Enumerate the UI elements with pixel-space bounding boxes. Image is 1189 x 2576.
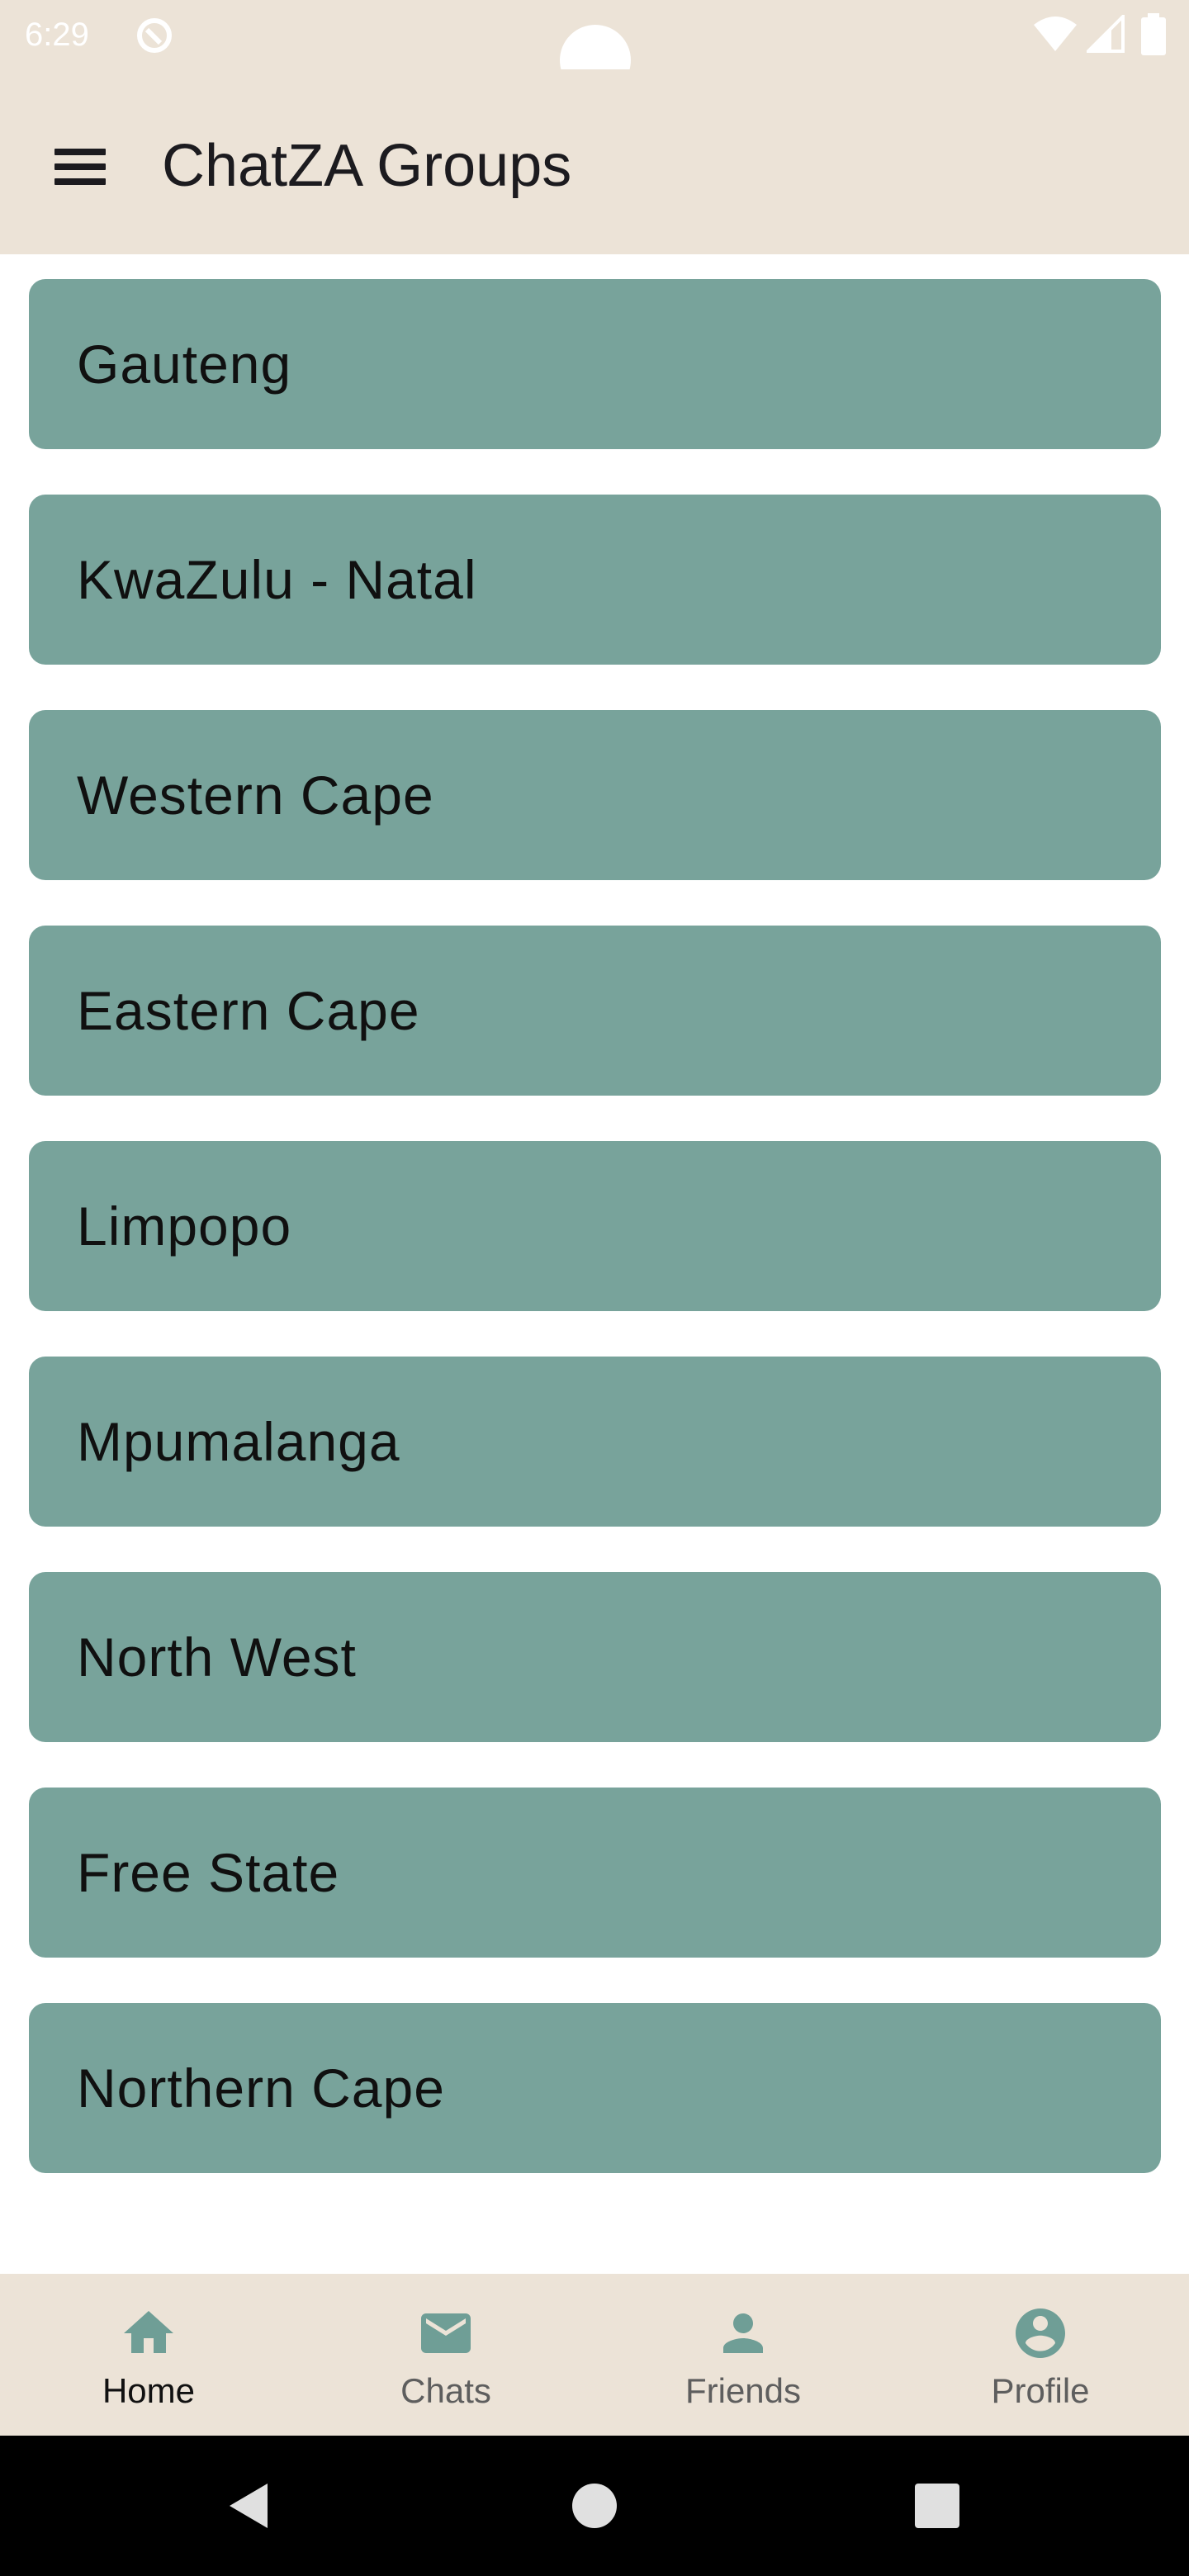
group-label: Eastern Cape bbox=[77, 980, 420, 1041]
cell-signal-icon bbox=[1087, 15, 1125, 53]
group-item-western-cape[interactable]: Western Cape bbox=[29, 710, 1161, 880]
wifi-icon bbox=[1034, 17, 1077, 51]
status-time: 6:29 bbox=[25, 17, 89, 53]
nav-label-chats: Chats bbox=[400, 2371, 491, 2410]
battery-icon bbox=[1141, 13, 1166, 55]
nav-item-home[interactable]: Home bbox=[0, 2274, 297, 2436]
group-item-eastern-cape[interactable]: Eastern Cape bbox=[29, 926, 1161, 1096]
app-bar: ChatZA Groups bbox=[0, 69, 1189, 254]
group-label: KwaZulu - Natal bbox=[77, 549, 477, 610]
app-notification-icon bbox=[137, 18, 172, 53]
recents-icon[interactable] bbox=[908, 2477, 966, 2535]
page-title: ChatZA Groups bbox=[162, 133, 572, 199]
group-label: Mpumalanga bbox=[77, 1411, 400, 1472]
group-label: North West bbox=[77, 1627, 357, 1688]
back-icon[interactable] bbox=[220, 2477, 277, 2535]
mail-icon bbox=[421, 2313, 471, 2353]
nav-item-chats[interactable]: Chats bbox=[297, 2274, 594, 2436]
account-circle-icon bbox=[1016, 2308, 1065, 2358]
hamburger-menu-icon[interactable] bbox=[51, 144, 111, 190]
group-item-north-west[interactable]: North West bbox=[29, 1572, 1161, 1742]
group-label: Northern Cape bbox=[77, 2057, 445, 2119]
home-circle-icon[interactable] bbox=[566, 2477, 623, 2535]
status-bar: 6:29 bbox=[0, 0, 1189, 96]
group-list: Gauteng KwaZulu - Natal Western Cape Eas… bbox=[0, 254, 1189, 2274]
nav-label-profile: Profile bbox=[991, 2371, 1090, 2410]
bottom-navigation: Home Chats Friends Profile bbox=[0, 2274, 1189, 2436]
system-navigation-bar bbox=[0, 2436, 1189, 2576]
home-icon bbox=[124, 2311, 173, 2353]
group-item-gauteng[interactable]: Gauteng bbox=[29, 279, 1161, 449]
group-label: Gauteng bbox=[77, 334, 292, 395]
nav-label-home: Home bbox=[102, 2371, 196, 2410]
group-label: Western Cape bbox=[77, 765, 434, 826]
group-item-northern-cape[interactable]: Northern Cape bbox=[29, 2003, 1161, 2173]
nav-item-profile[interactable]: Profile bbox=[892, 2274, 1189, 2436]
nav-label-friends: Friends bbox=[685, 2371, 802, 2410]
nav-item-friends[interactable]: Friends bbox=[594, 2274, 892, 2436]
group-item-mpumalanga[interactable]: Mpumalanga bbox=[29, 1357, 1161, 1527]
group-item-free-state[interactable]: Free State bbox=[29, 1788, 1161, 1958]
group-label: Limpopo bbox=[77, 1196, 292, 1257]
group-item-kwazulu-natal[interactable]: KwaZulu - Natal bbox=[29, 495, 1161, 665]
group-label: Free State bbox=[77, 1842, 340, 1903]
person-icon bbox=[723, 2313, 763, 2353]
group-item-limpopo[interactable]: Limpopo bbox=[29, 1141, 1161, 1311]
